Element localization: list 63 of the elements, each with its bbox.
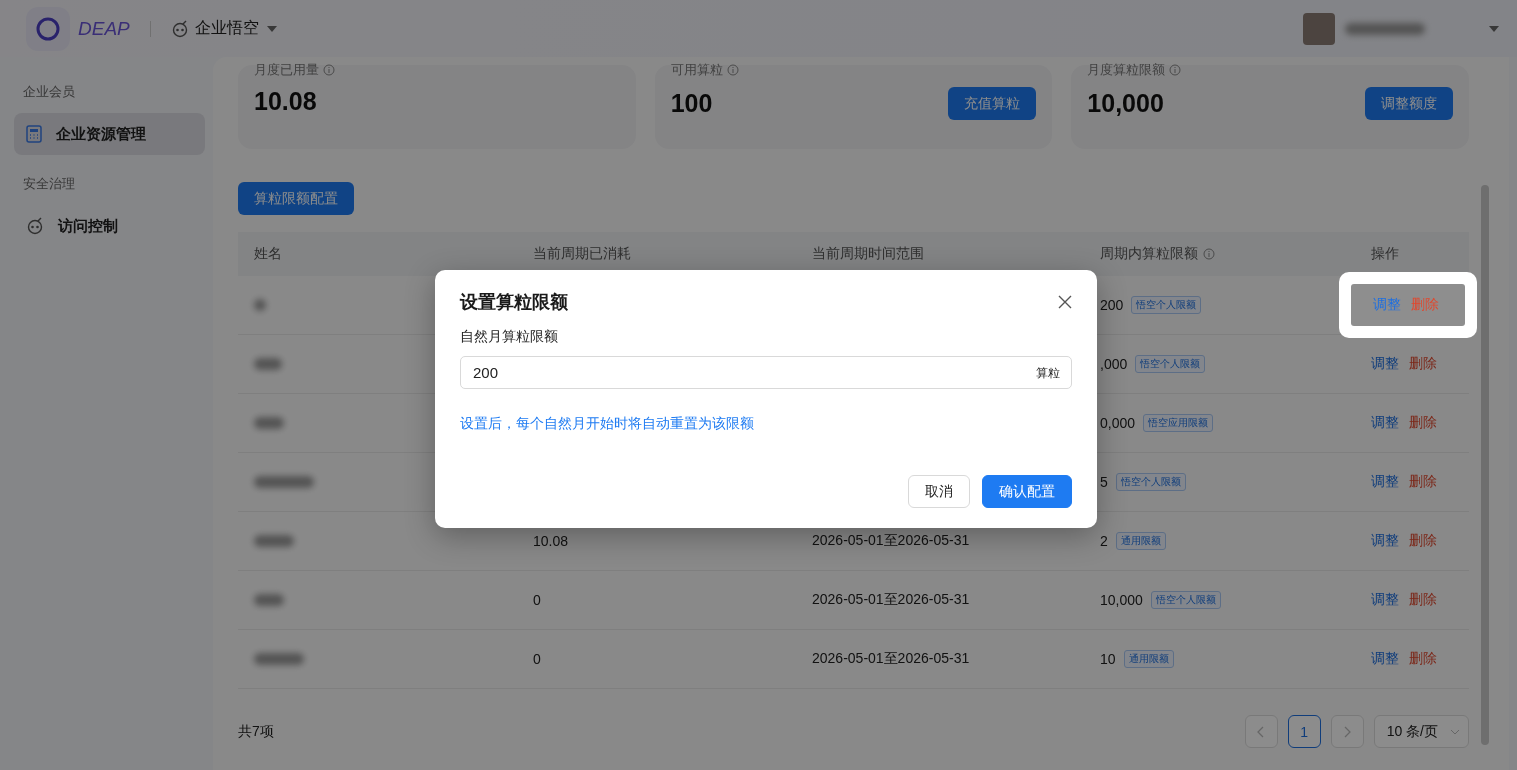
stat-label: 可用算粒 — [670, 61, 723, 79]
hint-text: 设置后，每个自然月开始时将自动重置为该限额 — [460, 415, 755, 433]
limit-tag: 悟空个人限额 — [1135, 355, 1206, 373]
unit-suffix: 算粒 — [1036, 365, 1060, 382]
column-header: 操作 — [1371, 245, 1399, 263]
adjust-link[interactable]: 调整 — [1371, 532, 1399, 550]
sidebar-item-label: 企业资源管理 — [56, 124, 146, 144]
page-size-select[interactable]: 10 条/页 — [1373, 715, 1469, 748]
table-cell: 0 — [533, 651, 541, 667]
table-cell: 2026-05-01至2026-05-31 — [812, 591, 970, 609]
table-cell: 2026-05-01至2026-05-31 — [812, 650, 970, 668]
dialog-title: 设置算粒限额 — [460, 291, 568, 314]
adjust-link[interactable]: 调整 — [1371, 355, 1399, 373]
table-cell: 10,000 — [1100, 592, 1143, 608]
delete-link[interactable]: 删除 — [1409, 355, 1437, 373]
limit-tag: 悟空个人限额 — [1131, 296, 1202, 314]
logo-text: DEAP — [78, 17, 130, 40]
page-button[interactable]: 1 — [1287, 715, 1321, 748]
delete-link[interactable]: 删除 — [1409, 414, 1437, 432]
cancel-button[interactable]: 取消 — [908, 475, 970, 508]
sidebar-group-title: 安全治理 — [22, 175, 76, 193]
table-cell: 10.08 — [533, 533, 569, 549]
table-cell: 10 — [1100, 651, 1116, 667]
table-cell: 0 — [533, 592, 541, 608]
delete-link[interactable]: 删除 — [1409, 532, 1437, 550]
table-cell: 2026-05-01至2026-05-31 — [812, 532, 970, 550]
stat-action-button[interactable]: 充值算粒 — [948, 87, 1037, 120]
limit-tag: 通用限额 — [1115, 532, 1166, 550]
column-header: 当前周期已消耗 — [533, 245, 631, 263]
stat-value: 100 — [670, 89, 713, 118]
confirm-button[interactable]: 确认配置 — [982, 475, 1072, 508]
table-cell: ,000 — [1100, 356, 1128, 372]
sidebar-item-label: 访问控制 — [58, 216, 118, 236]
limit-tag: 通用限额 — [1123, 650, 1174, 668]
stat-value: 10,000 — [1087, 89, 1164, 118]
stat-label: 月度算粒限额 — [1087, 61, 1166, 79]
column-header: 姓名 — [254, 245, 282, 263]
limit-tag: 悟空个人限额 — [1150, 591, 1221, 609]
sidebar-group-title: 企业会员 — [22, 83, 76, 101]
delete-link[interactable]: 删除 — [1409, 650, 1437, 668]
column-header: 周期内算粒限额 — [1100, 245, 1198, 263]
limit-tag: 悟空应用限额 — [1143, 414, 1214, 432]
column-header: 当前周期时间范围 — [812, 245, 924, 263]
workspace-selector[interactable]: 企业悟空 — [194, 18, 259, 39]
field-label: 自然月算粒限额 — [460, 328, 559, 346]
table-cell: 200 — [1100, 297, 1124, 313]
adjust-link[interactable]: 调整 — [1371, 591, 1399, 609]
adjust-link[interactable]: 调整 — [1371, 473, 1399, 491]
sidebar-item[interactable]: 企业资源管理 — [14, 113, 205, 155]
table-cell: 5 — [1100, 474, 1108, 490]
adjust-link[interactable]: 调整 — [1371, 650, 1399, 668]
delete-link[interactable]: 删除 — [1409, 591, 1437, 609]
stat-label: 月度已用量 — [254, 61, 319, 79]
stat-value: 10.08 — [254, 87, 317, 116]
total-count: 共7项 — [238, 722, 274, 741]
limit-tag: 悟空个人限额 — [1115, 473, 1186, 491]
stat-action-button[interactable]: 调整额度 — [1365, 87, 1453, 120]
table-cell: 2 — [1100, 533, 1108, 549]
sidebar-item[interactable]: 访问控制 — [14, 205, 205, 247]
table-cell: 0,000 — [1100, 415, 1136, 431]
config-button[interactable]: 算粒限额配置 — [238, 182, 354, 215]
delete-link[interactable]: 删除 — [1409, 473, 1437, 491]
adjust-link[interactable]: 调整 — [1371, 414, 1399, 432]
